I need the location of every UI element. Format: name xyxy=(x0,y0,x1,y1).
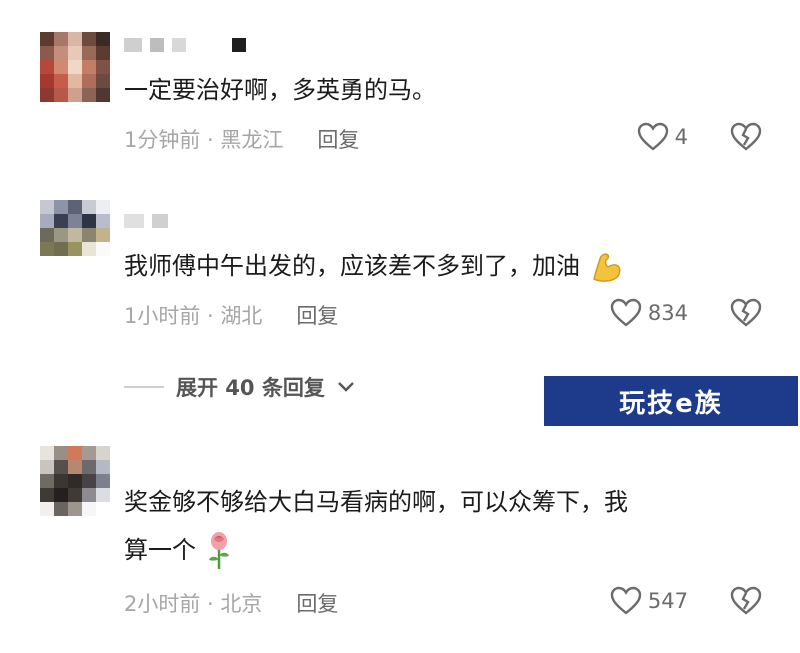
flexed-biceps-emoji xyxy=(592,253,621,282)
rose-emoji xyxy=(208,532,229,569)
comment-text-line: 奖金够不够给大白马看病的啊，可以众筹下，我 xyxy=(124,488,628,516)
like-count: 834 xyxy=(647,301,688,325)
like-button[interactable]: 4 xyxy=(637,122,688,152)
broken-heart-icon[interactable] xyxy=(729,298,763,328)
like-button[interactable]: 834 xyxy=(610,298,688,328)
chevron-down-icon xyxy=(338,382,354,392)
broken-heart-icon[interactable] xyxy=(729,586,763,616)
avatar[interactable] xyxy=(40,446,110,516)
reply-button[interactable]: 回复 xyxy=(296,588,338,618)
comment-text: 我师傅中午出发的，应该差不多到了，加油 xyxy=(124,242,760,290)
username-redacted[interactable] xyxy=(124,34,246,56)
like-count: 547 xyxy=(647,589,688,613)
comment-text-line: 算一个 xyxy=(124,536,196,564)
reply-button[interactable]: 回复 xyxy=(317,124,359,154)
comment-meta: 1分钟前 · 黑龙江 回复 xyxy=(124,124,359,154)
expand-replies-button[interactable]: 展开 40 条回复 xyxy=(124,372,355,402)
like-count: 4 xyxy=(674,125,688,149)
avatar[interactable] xyxy=(40,32,110,102)
comment-text: 奖金够不够给大白马看病的啊，可以众筹下，我 算一个 xyxy=(124,478,760,574)
heart-outline-icon xyxy=(610,298,642,327)
comment-item: 奖金够不够给大白马看病的啊，可以众筹下，我 算一个 2小时前 · 北京 回复 5… xyxy=(0,430,800,653)
heart-outline-icon xyxy=(637,122,668,151)
reply-button[interactable]: 回复 xyxy=(296,300,338,330)
heart-outline-icon xyxy=(610,586,642,615)
comment-meta: 1小时前 · 湖北 回复 xyxy=(124,300,338,330)
avatar[interactable] xyxy=(40,200,110,270)
comment-text-body: 我师傅中午出发的，应该差不多到了，加油 xyxy=(124,252,580,280)
comment-item: 一定要治好啊，多英勇的马。 1分钟前 · 黑龙江 回复 4 xyxy=(0,0,800,180)
time-location: 1小时前 · 湖北 xyxy=(124,304,263,328)
comment-text: 一定要治好啊，多英勇的马。 xyxy=(124,76,436,104)
expand-replies-label: 展开 40 条回复 xyxy=(176,376,325,400)
watermark-logo: 玩技e族 xyxy=(544,376,798,426)
divider-line xyxy=(124,386,164,388)
time-location: 1分钟前 · 黑龙江 xyxy=(124,128,284,152)
like-button[interactable]: 547 xyxy=(610,586,688,616)
username-redacted[interactable] xyxy=(124,210,168,232)
time-location: 2小时前 · 北京 xyxy=(124,592,263,616)
broken-heart-icon[interactable] xyxy=(729,122,763,152)
comment-meta: 2小时前 · 北京 回复 xyxy=(124,588,338,618)
